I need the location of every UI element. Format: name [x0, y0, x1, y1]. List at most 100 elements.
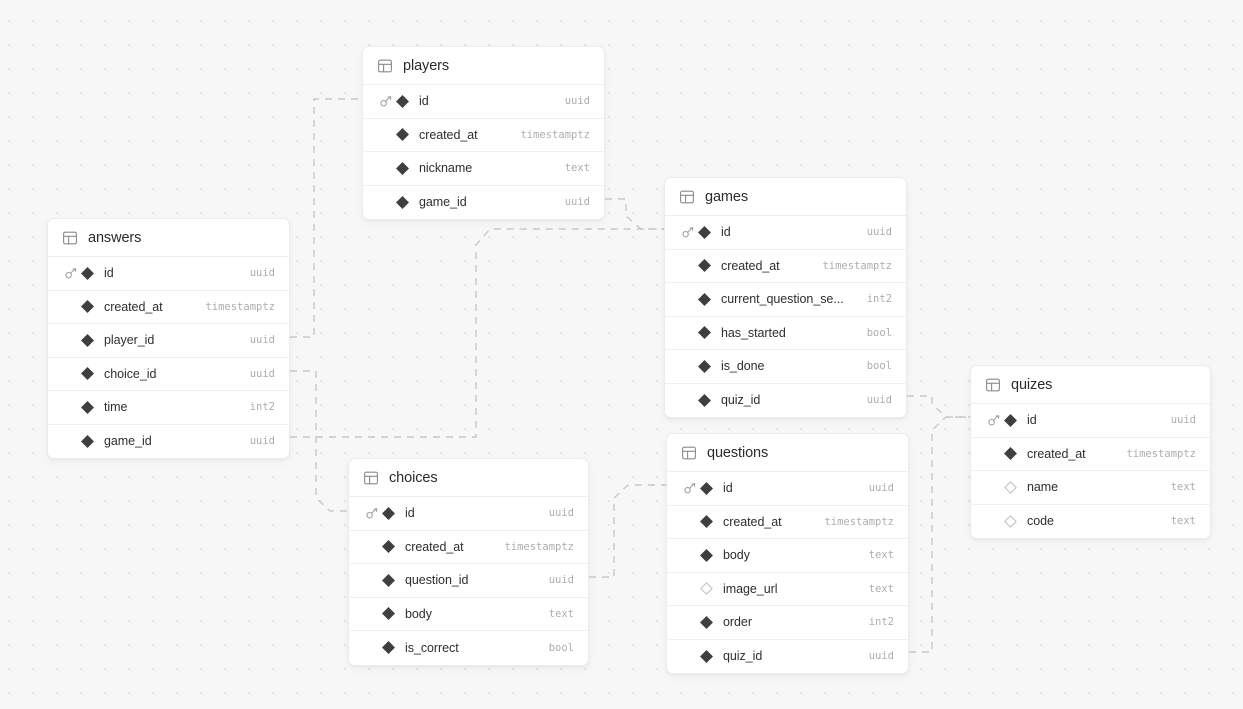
field-type: uuid — [564, 196, 590, 209]
field-row[interactable]: id uuid — [667, 472, 908, 506]
field-markers — [379, 195, 419, 209]
field-row[interactable]: nickname text — [363, 152, 604, 186]
field-row[interactable]: player_id uuid — [48, 324, 289, 358]
field-markers — [681, 259, 721, 273]
table-icon — [682, 446, 696, 459]
relationship-edge — [290, 370, 348, 512]
hollow-diamond-icon — [700, 582, 713, 596]
field-row[interactable]: order int2 — [667, 606, 908, 640]
field-name: current_question_se... — [721, 292, 844, 307]
solid-diamond-icon — [396, 161, 409, 175]
field-name: created_at — [419, 127, 478, 142]
solid-diamond-icon — [382, 573, 395, 587]
relationship-edge — [909, 416, 970, 653]
field-markers — [681, 393, 721, 407]
field-row[interactable]: time int2 — [48, 391, 289, 425]
solid-diamond-icon — [81, 333, 94, 347]
table-header-quizes[interactable]: quizes — [971, 366, 1210, 404]
field-type: int2 — [868, 616, 894, 629]
field-row[interactable]: choice_id uuid — [48, 357, 289, 391]
field-type: uuid — [868, 650, 894, 663]
solid-diamond-icon — [698, 225, 711, 239]
table-node-choices[interactable]: choices id uuid created_at timestamptz questi… — [348, 458, 589, 666]
solid-diamond-icon — [698, 326, 711, 340]
table-header-questions[interactable]: questions — [667, 434, 908, 472]
field-name: body — [405, 606, 432, 621]
field-name: created_at — [405, 539, 464, 554]
solid-diamond-icon — [81, 300, 94, 314]
schema-canvas[interactable]: players id uuid created_at timestamptz nickna… — [0, 0, 1243, 709]
table-title: games — [705, 188, 749, 205]
field-type: timestamptz — [824, 515, 894, 528]
table-icon — [63, 231, 77, 244]
field-row[interactable]: id uuid — [971, 404, 1210, 438]
field-markers — [365, 641, 405, 655]
table-node-quizes[interactable]: quizes id uuid created_at timestamptz name tex… — [970, 365, 1211, 539]
table-node-questions[interactable]: questions id uuid created_at timestamptz body… — [666, 433, 909, 674]
table-node-players[interactable]: players id uuid created_at timestamptz nickna… — [362, 46, 605, 220]
field-row[interactable]: id uuid — [48, 257, 289, 291]
table-header-choices[interactable]: choices — [349, 459, 588, 497]
field-type: uuid — [249, 334, 275, 347]
field-row[interactable]: is_correct bool — [349, 631, 588, 665]
table-icon — [378, 59, 392, 72]
field-name: question_id — [405, 573, 469, 588]
field-name: body — [723, 548, 750, 563]
field-name: id — [1027, 413, 1037, 428]
relationship-edge — [290, 98, 362, 338]
table-node-answers[interactable]: answers id uuid created_at timestamptz player… — [47, 218, 290, 459]
key-icon — [682, 227, 694, 238]
field-row[interactable]: quiz_id uuid — [665, 383, 906, 417]
field-name: created_at — [1027, 446, 1086, 461]
table-icon — [364, 471, 378, 484]
field-row[interactable]: created_at timestamptz — [667, 505, 908, 539]
field-row[interactable]: created_at timestamptz — [349, 530, 588, 564]
solid-diamond-icon — [382, 641, 395, 655]
field-name: is_correct — [405, 640, 459, 655]
field-name: id — [723, 481, 733, 496]
table-node-games[interactable]: games id uuid created_at timestamptz current_… — [664, 177, 907, 418]
solid-diamond-icon — [396, 195, 409, 209]
solid-diamond-icon — [700, 548, 713, 562]
field-type: text — [868, 582, 894, 595]
table-header-games[interactable]: games — [665, 178, 906, 216]
field-type: uuid — [249, 267, 275, 280]
field-row[interactable]: quiz_id uuid — [667, 639, 908, 673]
field-row[interactable]: current_question_se... int2 — [665, 283, 906, 317]
key-icon — [366, 508, 378, 519]
table-header-players[interactable]: players — [363, 47, 604, 85]
field-row[interactable]: created_at timestamptz — [363, 118, 604, 152]
field-type: uuid — [249, 435, 275, 448]
field-row[interactable]: name text — [971, 471, 1210, 505]
field-name: code — [1027, 514, 1054, 529]
field-row[interactable]: has_started bool — [665, 316, 906, 350]
field-type: int2 — [866, 293, 892, 306]
field-row[interactable]: game_id uuid — [363, 185, 604, 219]
field-row[interactable]: id uuid — [349, 497, 588, 531]
solid-diamond-icon — [396, 128, 409, 142]
field-markers — [683, 515, 723, 529]
field-markers — [987, 514, 1027, 528]
relationship-edge — [290, 228, 664, 438]
field-row[interactable]: id uuid — [665, 216, 906, 250]
field-row[interactable]: body text — [349, 597, 588, 631]
field-row[interactable]: created_at timestamptz — [665, 249, 906, 283]
field-row[interactable]: code text — [971, 504, 1210, 538]
solid-diamond-icon — [81, 367, 94, 381]
field-row[interactable]: created_at timestamptz — [971, 437, 1210, 471]
field-markers — [683, 481, 723, 495]
field-row[interactable]: question_id uuid — [349, 564, 588, 598]
field-row[interactable]: id uuid — [363, 85, 604, 119]
field-row[interactable]: image_url text — [667, 572, 908, 606]
field-name: name — [1027, 480, 1059, 495]
field-markers — [365, 540, 405, 554]
field-row[interactable]: body text — [667, 539, 908, 573]
solid-diamond-icon — [700, 615, 713, 629]
field-markers — [683, 649, 723, 663]
field-markers — [64, 434, 104, 448]
field-row[interactable]: game_id uuid — [48, 424, 289, 458]
field-row[interactable]: created_at timestamptz — [48, 290, 289, 324]
field-row[interactable]: is_done bool — [665, 350, 906, 384]
field-type: uuid — [868, 482, 894, 495]
table-header-answers[interactable]: answers — [48, 219, 289, 257]
